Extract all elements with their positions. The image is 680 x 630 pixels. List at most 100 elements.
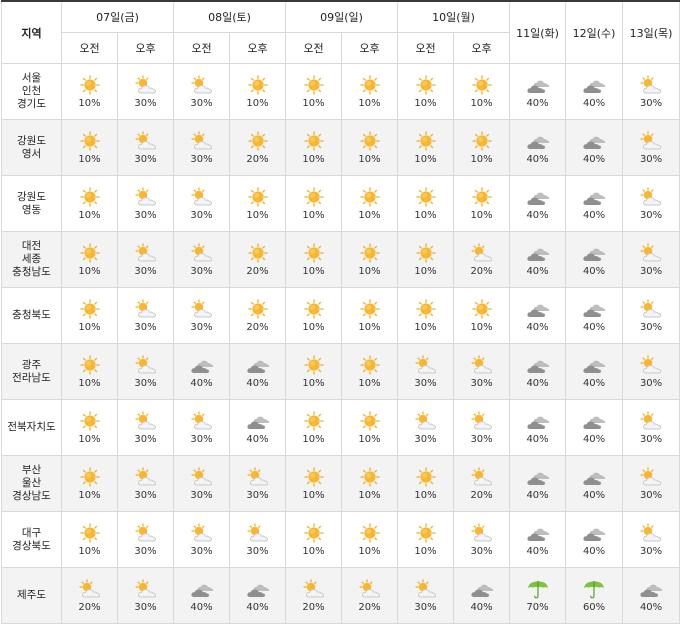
am-header: 오전 <box>173 32 231 64</box>
rain-umbrella-icon <box>525 579 551 599</box>
forecast-cell: 30% <box>173 455 231 512</box>
day-header: 07일(금) <box>60 0 175 33</box>
day-header: 13일(목) <box>622 0 680 64</box>
partly-cloudy-icon <box>469 522 495 543</box>
precipitation-probability: 10% <box>414 209 437 221</box>
forecast-cell: 20% <box>453 231 511 288</box>
partly-cloudy-icon <box>638 242 664 263</box>
sunny-icon <box>245 186 271 207</box>
region-name-line: 대구 <box>21 526 42 539</box>
forecast-cell: 40% <box>565 399 624 456</box>
forecast-cell: 30% <box>622 119 680 176</box>
forecast-cell: 30% <box>173 511 231 568</box>
weather-forecast-table: 지역 07일(금) 08일(토) 09일(일) 10일(월) 11일(화) 12일(수) 13… <box>1 0 680 624</box>
precipitation-probability: 10% <box>302 545 325 557</box>
region-name: 대구 경상북도 <box>1 511 62 568</box>
cloudy-icon <box>581 355 607 375</box>
table-row: 충청북도 10% 30% 30% 20% 10% 10% 10% 10% 40%… <box>1 287 680 344</box>
partly-cloudy-icon <box>133 410 159 431</box>
precipitation-probability: 10% <box>414 265 437 277</box>
forecast-cell: 40% <box>509 343 567 400</box>
forecast-cell: 40% <box>229 567 287 624</box>
precipitation-probability: 10% <box>302 377 325 389</box>
forecast-cell: 30% <box>116 287 175 344</box>
precipitation-probability: 40% <box>582 433 606 445</box>
precipitation-probability: 10% <box>470 97 493 109</box>
region-name: 충청북도 <box>1 287 62 344</box>
cloudy-icon <box>581 131 607 151</box>
region-name-line: 전북자치도 <box>7 421 56 433</box>
precipitation-probability: 30% <box>134 209 157 221</box>
table-row: 대전 세종 충청남도 10% 30% 30% 20% 10% 10% 10% 2… <box>1 231 680 288</box>
forecast-cell: 30% <box>397 343 455 400</box>
sunny-icon <box>245 130 271 151</box>
forecast-cell: 10% <box>341 511 399 568</box>
precipitation-probability: 30% <box>190 545 213 557</box>
forecast-cell: 30% <box>116 119 175 176</box>
cloudy-icon <box>581 467 607 487</box>
region-name: 강원도 영동 <box>1 175 62 232</box>
rain-umbrella-icon <box>581 579 607 599</box>
forecast-cell: 30% <box>116 343 175 400</box>
precipitation-probability: 40% <box>190 377 213 389</box>
region-name-line: 영동 <box>21 203 42 216</box>
forecast-cell: 30% <box>116 231 175 288</box>
forecast-cell: 40% <box>229 399 287 456</box>
forecast-cell: 40% <box>509 119 567 176</box>
sunny-icon <box>301 242 327 263</box>
sunny-icon <box>357 298 383 319</box>
forecast-cell: 40% <box>509 63 567 120</box>
sunny-icon <box>469 130 495 151</box>
precipitation-probability: 30% <box>134 489 157 501</box>
precipitation-probability: 10% <box>358 545 381 557</box>
day-header: 09일(일) <box>285 0 399 33</box>
sunny-icon <box>413 466 439 487</box>
sunny-icon <box>301 186 327 207</box>
day-header: 12일(수) <box>565 0 624 64</box>
forecast-cell: 30% <box>397 567 455 624</box>
precipitation-probability: 30% <box>639 97 663 109</box>
precipitation-probability: 40% <box>526 265 549 277</box>
precipitation-probability: 40% <box>582 321 606 333</box>
region-name-line: 충청남도 <box>12 266 51 278</box>
forecast-cell: 40% <box>509 231 567 288</box>
forecast-cell: 10% <box>61 511 118 568</box>
precipitation-probability: 30% <box>639 209 663 221</box>
forecast-cell: 70% <box>509 567 567 624</box>
sunny-icon <box>77 466 103 487</box>
precipitation-probability: 20% <box>302 601 325 613</box>
precipitation-probability: 40% <box>582 377 606 389</box>
partly-cloudy-icon <box>189 522 215 543</box>
cloudy-icon <box>581 75 607 95</box>
forecast-cell: 10% <box>61 399 118 456</box>
sunny-icon <box>301 130 327 151</box>
forecast-cell: 10% <box>453 175 511 232</box>
partly-cloudy-icon <box>638 130 664 151</box>
forecast-cell: 10% <box>61 287 118 344</box>
forecast-cell: 30% <box>453 399 511 456</box>
forecast-cell: 30% <box>453 343 511 400</box>
sunny-icon <box>77 130 103 151</box>
partly-cloudy-icon <box>469 354 495 375</box>
region-name-line: 서울 <box>21 72 42 84</box>
cloudy-icon <box>581 411 607 431</box>
precipitation-probability: 40% <box>526 153 549 165</box>
sunny-icon <box>77 522 103 543</box>
precipitation-probability: 10% <box>414 321 437 333</box>
cloudy-icon <box>245 355 271 375</box>
precipitation-probability: 70% <box>526 601 549 613</box>
forecast-cell: 30% <box>622 175 680 232</box>
forecast-cell: 40% <box>509 399 567 456</box>
forecast-cell: 10% <box>285 63 343 120</box>
forecast-cell: 10% <box>285 287 343 344</box>
forecast-cell: 20% <box>229 119 287 176</box>
sunny-icon <box>357 242 383 263</box>
precipitation-probability: 10% <box>358 321 381 333</box>
precipitation-probability: 30% <box>639 489 663 501</box>
precipitation-probability: 20% <box>246 153 269 165</box>
forecast-cell: 30% <box>173 119 231 176</box>
forecast-cell: 60% <box>565 567 624 624</box>
forecast-cell: 20% <box>341 567 399 624</box>
precipitation-probability: 10% <box>246 209 269 221</box>
precipitation-probability: 30% <box>190 321 213 333</box>
